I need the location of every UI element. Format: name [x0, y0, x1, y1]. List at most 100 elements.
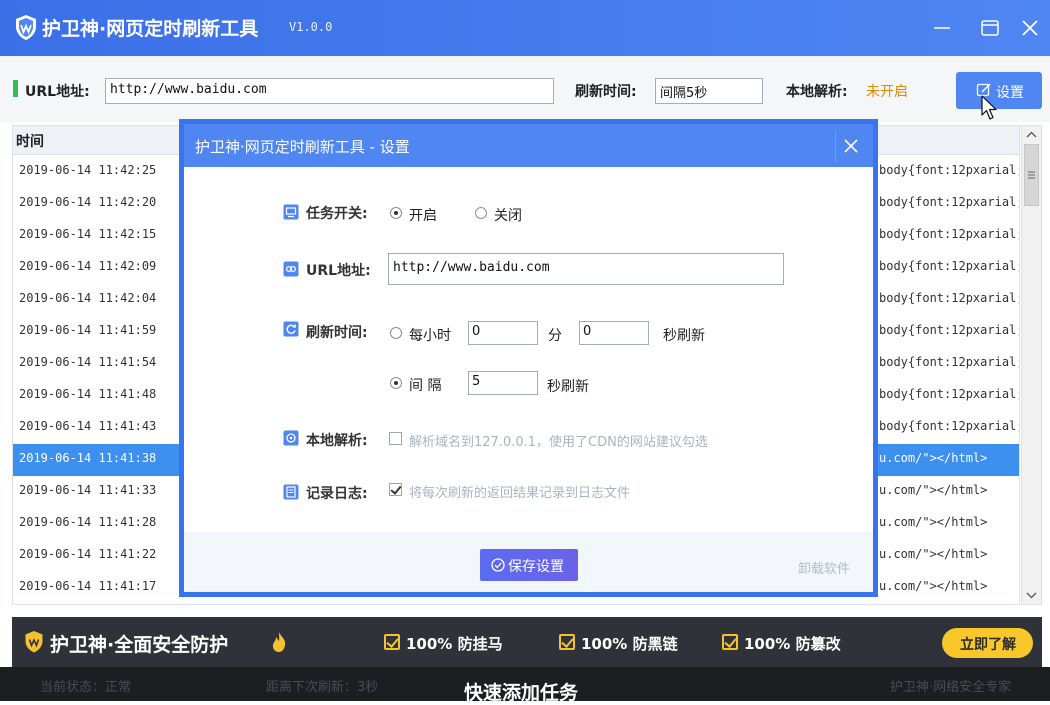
app-title: 护卫神·网页定时刷新工具 — [42, 18, 259, 40]
dns-icon — [283, 430, 299, 446]
row-content: body{font:12pxarial; — [879, 419, 1020, 433]
hourly-radio[interactable] — [390, 327, 402, 339]
log-checkbox[interactable] — [389, 483, 402, 496]
row-content: u.com/"></html> — [879, 515, 988, 529]
row-time: 2019-06-14 11:41:43 — [19, 419, 157, 433]
task-off-label: 关闭 — [494, 208, 522, 224]
interval-input[interactable]: 5 — [468, 371, 538, 395]
interval-radio[interactable] — [390, 377, 402, 389]
task-on-radio[interactable] — [390, 207, 402, 219]
second-input[interactable]: 0 — [579, 321, 649, 345]
shield-logo-icon — [16, 15, 36, 40]
status-current: 当前状态：正常 — [40, 680, 132, 695]
toolbar-accent-bar — [13, 80, 18, 97]
minimize-icon[interactable] — [928, 14, 956, 42]
row-time: 2019-06-14 11:41:22 — [19, 547, 157, 561]
dialog-dns-label: 本地解析: — [306, 433, 368, 449]
row-time: 2019-06-14 11:41:17 — [19, 579, 157, 593]
dialog-title: 护卫神·网页定时刷新工具 - 设置 — [195, 138, 410, 156]
row-content: body{font:12pxarial; — [879, 387, 1020, 401]
interval-unit: 秒刷新 — [547, 379, 589, 395]
dialog-header-divider — [835, 130, 836, 162]
monitor-icon — [283, 204, 299, 220]
link-icon — [283, 261, 299, 277]
scroll-up-icon[interactable] — [1022, 126, 1041, 144]
minute-input[interactable]: 0 — [468, 321, 538, 345]
check-icon — [722, 634, 738, 650]
row-time: 2019-06-14 11:42:04 — [19, 291, 157, 305]
scroll-thumb[interactable] — [1024, 144, 1039, 206]
maximize-icon[interactable] — [976, 14, 1004, 42]
row-time: 2019-06-14 11:41:33 — [19, 483, 157, 497]
learn-more-button[interactable]: 立即了解 — [942, 628, 1033, 658]
title-bar: 护卫神·网页定时刷新工具 V1.0.0 — [0, 0, 1050, 56]
row-time: 2019-06-14 11:42:15 — [19, 227, 157, 241]
url-label: URL地址: — [25, 84, 90, 100]
interval-label: 间 隔 — [409, 378, 442, 394]
row-time: 2019-06-14 11:41:48 — [19, 387, 157, 401]
close-icon[interactable] — [1016, 14, 1044, 42]
fire-icon — [272, 632, 286, 652]
row-time: 2019-06-14 11:42:09 — [19, 259, 157, 273]
local-dns-description: 解析域名到127.0.0.1，使用了CDN的网站建议勾选 — [409, 435, 708, 450]
task-off-radio[interactable] — [475, 207, 487, 219]
row-content: body{font:12pxarial; — [879, 195, 1020, 209]
dialog-body — [184, 167, 873, 532]
status-next-refresh: 距离下次刷新：3秒 — [266, 680, 379, 695]
promo-title: 护卫神·全面安全防护 — [50, 634, 229, 656]
refresh-time-input[interactable]: 间隔5秒 — [655, 78, 763, 104]
dialog-log-label: 记录日志: — [306, 486, 368, 502]
status-brand: 护卫神·网络安全专家 — [890, 680, 1012, 695]
row-time: 2019-06-14 11:41:54 — [19, 355, 157, 369]
dialog-close-icon[interactable] — [841, 136, 861, 156]
check-icon — [384, 634, 400, 650]
refresh-icon — [283, 321, 299, 337]
row-content: u.com/"></html> — [879, 483, 988, 497]
row-content: u.com/"></html> — [879, 451, 988, 465]
task-switch-label: 任务开关: — [306, 206, 368, 222]
refresh-time-label: 刷新时间: — [575, 84, 637, 100]
row-content: body{font:12pxarial; — [879, 227, 1020, 241]
row-time: 2019-06-14 11:42:25 — [19, 163, 157, 177]
vertical-scrollbar[interactable] — [1021, 125, 1042, 605]
learn-more-label: 立即了解 — [960, 637, 1016, 653]
save-settings-label: 保存设置 — [508, 559, 564, 575]
row-time: 2019-06-14 11:41:28 — [19, 515, 157, 529]
settings-button[interactable]: 设置 — [956, 72, 1042, 109]
promo-banner: 护卫神·全面安全防护 100% 防挂马 100% 防黑链 100% 防篡改 立即… — [12, 617, 1042, 667]
scroll-down-icon[interactable] — [1022, 586, 1041, 604]
dialog-refresh-label: 刷新时间: — [306, 325, 368, 341]
row-content: u.com/"></html> — [879, 579, 988, 593]
hourly-label: 每小时 — [409, 328, 451, 344]
app-version: V1.0.0 — [289, 20, 333, 34]
row-content: u.com/"></html> — [879, 547, 988, 561]
check-icon — [559, 634, 575, 650]
shield-icon — [25, 631, 43, 653]
promo-item-2: 100% 防黑链 — [581, 635, 678, 653]
dialog-url-input[interactable]: http://www.baidu.com — [388, 253, 784, 285]
promo-item-1: 100% 防挂马 — [406, 635, 503, 653]
log-file-icon — [283, 484, 299, 500]
row-time: 2019-06-14 11:42:20 — [19, 195, 157, 209]
dialog-url-label: URL地址: — [306, 263, 371, 279]
log-description: 将每次刷新的返回结果记录到日志文件 — [409, 486, 631, 501]
settings-button-label: 设置 — [996, 85, 1024, 101]
uninstall-link[interactable]: 卸载软件 — [798, 558, 850, 577]
row-content: body{font:12pxarial; — [879, 259, 1020, 273]
url-input[interactable]: http://www.baidu.com — [105, 78, 554, 104]
row-time: 2019-06-14 11:41:59 — [19, 323, 157, 337]
check-circle-icon — [491, 558, 505, 572]
local-dns-checkbox[interactable] — [389, 432, 402, 445]
row-time: 2019-06-14 11:41:38 — [19, 451, 157, 465]
row-content: body{font:12pxarial; — [879, 355, 1020, 369]
local-dns-label: 本地解析: — [786, 84, 848, 100]
column-header-time: 时间 — [16, 134, 44, 150]
save-settings-button[interactable]: 保存设置 — [480, 549, 578, 581]
row-content: body{font:12pxarial; — [879, 323, 1020, 337]
task-on-label: 开启 — [409, 208, 437, 224]
mouse-cursor-icon — [981, 95, 997, 120]
minute-unit: 分 — [548, 328, 562, 344]
second-unit: 秒刷新 — [663, 328, 705, 344]
local-dns-status: 未开启 — [866, 84, 908, 100]
promo-item-3: 100% 防篡改 — [744, 635, 841, 653]
